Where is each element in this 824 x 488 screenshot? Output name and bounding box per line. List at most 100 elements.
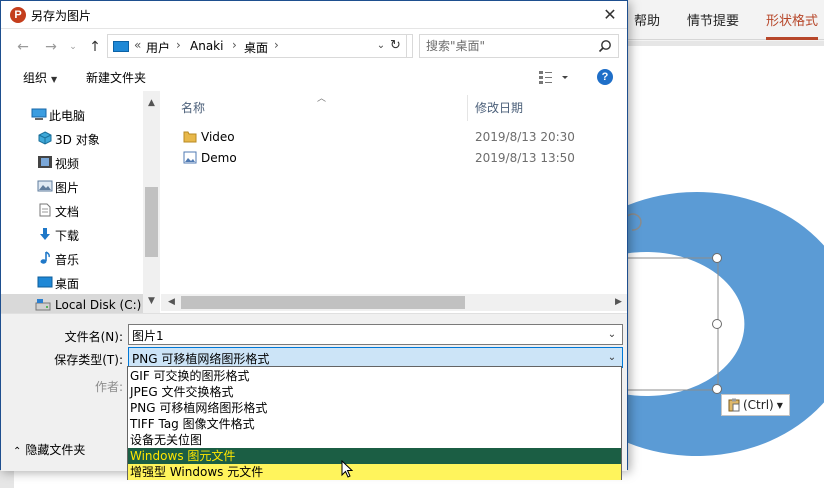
resize-handle-right[interactable] xyxy=(712,319,722,329)
resize-handle-top-right[interactable] xyxy=(712,253,722,263)
refresh-icon[interactable]: ↻ xyxy=(385,34,407,58)
dialog-title: 另存为图片 xyxy=(31,9,92,23)
nav-item-pictures[interactable]: 图片 xyxy=(1,175,143,199)
up-arrow-icon[interactable]: ↑ xyxy=(85,37,105,57)
chevron-up-icon: ⌃ xyxy=(13,446,22,457)
pc-icon xyxy=(113,41,129,52)
horizontal-scrollbar[interactable]: ◀ ▶ xyxy=(161,294,627,311)
scroll-left-icon[interactable]: ◀ xyxy=(163,294,180,311)
option-tiff[interactable]: TIFF Tag 图像文件格式 xyxy=(128,416,621,432)
nav-item-this-pc[interactable]: 此电脑 xyxy=(1,103,143,127)
option-png[interactable]: PNG 可移植网络图形格式 xyxy=(128,400,621,416)
nav-item-music[interactable]: 音乐 xyxy=(1,247,143,271)
filename-value: 图片1 xyxy=(132,329,164,343)
dialog-titlebar[interactable]: P 另存为图片 ✕ xyxy=(1,1,627,29)
nav-item-downloads[interactable]: 下载 xyxy=(1,223,143,247)
resize-handle-bottom-right[interactable] xyxy=(712,384,722,394)
filename-label: 文件名(N): xyxy=(64,330,123,344)
video-icon xyxy=(38,156,52,168)
nav-label: 图片 xyxy=(55,181,80,195)
navigation-scrollbar[interactable]: ▲ ▼ xyxy=(143,91,160,313)
forward-arrow-icon[interactable]: → xyxy=(41,37,61,57)
search-box[interactable] xyxy=(419,34,619,58)
tab-help[interactable]: 帮助 xyxy=(634,10,660,29)
option-jpeg[interactable]: JPEG 文件交换格式 xyxy=(128,384,621,400)
nav-label: 桌面 xyxy=(55,277,80,291)
file-row[interactable]: Demo 2019/8/13 13:50 xyxy=(161,148,611,169)
download-icon xyxy=(40,228,50,240)
folder-icon xyxy=(183,131,197,143)
scroll-right-icon[interactable]: ▶ xyxy=(610,294,627,311)
option-wmf[interactable]: Windows 图元文件 xyxy=(128,448,621,464)
option-bmp[interactable]: 设备无关位图 xyxy=(128,432,621,448)
address-bar[interactable]: « 用户 › Anaki › 桌面 › ⌄ xyxy=(107,34,413,58)
file-row[interactable]: Video 2019/8/13 20:30 xyxy=(161,127,611,148)
new-folder-button[interactable]: 新建文件夹 xyxy=(86,69,146,86)
column-header-name[interactable]: 名称 xyxy=(181,99,205,116)
mouse-cursor-icon xyxy=(341,460,353,478)
file-list: ︿ 名称 修改日期 Video 2019/8/13 20:30 Demo 201… xyxy=(161,91,627,313)
tab-shape-format[interactable]: 形状格式 xyxy=(766,10,819,40)
powerpoint-icon: P xyxy=(10,7,26,23)
author-label: 作者: xyxy=(94,380,123,394)
paste-options-button[interactable]: (Ctrl) ▼ xyxy=(721,394,790,416)
nav-label: Local Disk (C:) xyxy=(55,298,142,312)
paste-options-label: (Ctrl) xyxy=(743,398,774,412)
help-icon[interactable]: ? xyxy=(597,69,613,85)
clipboard-icon xyxy=(728,398,740,412)
overflow-icon[interactable]: « xyxy=(134,38,141,52)
chevron-down-icon[interactable]: ⌄ xyxy=(604,349,620,366)
column-header-date[interactable]: 修改日期 xyxy=(475,99,523,116)
hide-folders-button[interactable]: ⌃ 隐藏文件夹 xyxy=(13,441,85,458)
chevron-down-icon: ▼ xyxy=(776,400,783,410)
nav-label: 视频 xyxy=(55,157,80,171)
nav-label: 音乐 xyxy=(55,253,80,267)
scroll-up-icon[interactable]: ▲ xyxy=(143,95,160,112)
organize-label: 组织 xyxy=(23,71,48,85)
close-button[interactable]: ✕ xyxy=(593,1,627,28)
save-type-label: 保存类型(T): xyxy=(54,353,123,367)
file-date: 2019/8/13 13:50 xyxy=(475,151,575,165)
option-emf[interactable]: 增强型 Windows 元文件 xyxy=(128,464,621,480)
nav-label: 下载 xyxy=(55,229,80,243)
chevron-right-icon[interactable]: › xyxy=(274,38,279,52)
filename-field[interactable]: 图片1 ⌄ xyxy=(128,324,623,345)
save-type-dropdown-list: GIF 可交换的图形格式 JPEG 文件交换格式 PNG 可移植网络图形格式 T… xyxy=(127,366,622,480)
scroll-thumb[interactable] xyxy=(181,296,465,309)
option-gif[interactable]: GIF 可交换的图形格式 xyxy=(128,368,621,384)
save-type-select[interactable]: PNG 可移植网络图形格式 ⌄ xyxy=(128,347,623,368)
column-divider[interactable] xyxy=(467,95,468,121)
document-icon xyxy=(39,203,51,217)
desktop-icon xyxy=(37,276,53,288)
breadcrumb-anaki[interactable]: Anaki xyxy=(190,39,223,53)
file-name: Video xyxy=(201,130,235,144)
pictures-icon xyxy=(37,180,53,192)
organize-button[interactable]: 组织 ▼ xyxy=(23,69,57,86)
chevron-down-icon[interactable]: ⌄ xyxy=(604,326,620,343)
search-icon[interactable] xyxy=(598,39,612,53)
breadcrumb-desktop[interactable]: 桌面 xyxy=(244,39,268,56)
recent-locations-icon[interactable]: ⌄ xyxy=(63,37,83,57)
nav-label: 此电脑 xyxy=(49,109,86,123)
pc-icon xyxy=(31,108,47,120)
search-input[interactable] xyxy=(426,37,586,55)
sort-ascending-icon: ︿ xyxy=(317,94,327,104)
nav-item-local-disk[interactable]: Local Disk (C:) xyxy=(1,294,143,313)
cube-3d-icon xyxy=(38,131,52,145)
nav-item-videos[interactable]: 视频 xyxy=(1,151,143,175)
nav-item-documents[interactable]: 文档 xyxy=(1,199,143,223)
breadcrumb-users[interactable]: 用户 xyxy=(146,39,170,56)
view-options-button[interactable] xyxy=(538,69,568,87)
navigation-pane: 此电脑 3D 对象 视频 图片 文档 下载 音乐 桌面 Local Disk (… xyxy=(1,91,161,313)
music-icon xyxy=(40,251,50,264)
image-file-icon xyxy=(183,151,197,164)
nav-item-desktop[interactable]: 桌面 xyxy=(1,271,143,295)
tab-storyboard[interactable]: 情节提要 xyxy=(687,10,739,29)
back-arrow-icon[interactable]: ← xyxy=(13,37,33,57)
chevron-right-icon[interactable]: › xyxy=(176,38,181,52)
nav-item-3d-objects[interactable]: 3D 对象 xyxy=(1,127,143,151)
scroll-down-icon[interactable]: ▼ xyxy=(143,293,160,310)
chevron-down-icon: ▼ xyxy=(51,75,58,84)
scroll-thumb[interactable] xyxy=(145,187,158,257)
chevron-right-icon[interactable]: › xyxy=(232,38,237,52)
